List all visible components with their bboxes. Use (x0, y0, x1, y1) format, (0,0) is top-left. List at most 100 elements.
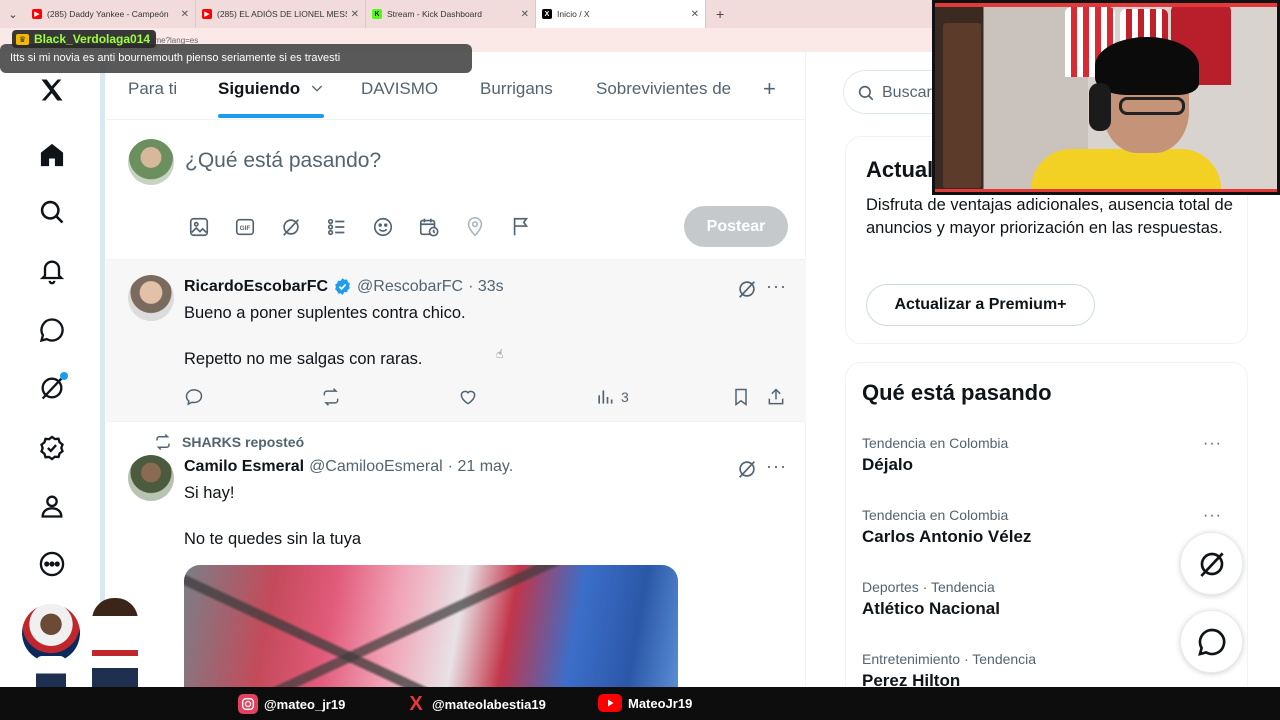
more-icon[interactable]: ··· (766, 456, 787, 477)
tab-sobrevivientes[interactable]: Sobrevivientes de (596, 79, 731, 99)
profile-icon[interactable] (36, 490, 68, 522)
social-handle: @mateo_jr19 (264, 696, 346, 712)
trend-meta: Tendencia en Colombia (862, 507, 1009, 523)
chat-username-badge: ♛ Black_Verdolaga014 (12, 30, 157, 48)
composer-input[interactable]: ¿Qué está pasando? (185, 149, 381, 173)
tweet-text: Si hay! (184, 484, 235, 502)
kick-icon: K (372, 9, 382, 19)
location-icon[interactable] (460, 212, 490, 242)
flag-icon[interactable] (506, 212, 536, 242)
bookmark-button[interactable] (731, 387, 751, 407)
browser-tab[interactable]: ▶ (285) Daddy Yankee - Campeón ✕ (26, 0, 196, 28)
new-tab-button[interactable]: + (716, 6, 724, 22)
tweet[interactable]: SHARKS reposteó Camilo Esmeral @CamilooE… (106, 422, 806, 695)
avatar[interactable] (128, 455, 174, 501)
grok-icon[interactable] (736, 278, 758, 300)
headset-icon (1089, 83, 1111, 131)
trend-item[interactable]: Deportes · Tendencia Atlético Nacional (862, 579, 1232, 619)
tab-siguiendo[interactable]: Siguiendo (218, 79, 325, 99)
close-icon[interactable]: ✕ (691, 9, 699, 20)
views-button[interactable]: 3 (595, 387, 629, 407)
reply-button[interactable] (184, 387, 204, 407)
post-button[interactable]: Postear (684, 206, 788, 247)
stream-chat-message: Itts si mi novia es anti bournemouth pie… (0, 44, 472, 73)
trend-name: Carlos Antonio Vélez (862, 527, 1032, 546)
author-name[interactable]: RicardoEscobarFC (184, 278, 328, 296)
trend-item[interactable]: Tendencia en Colombia Déjalo ··· (862, 435, 1232, 475)
like-button[interactable] (458, 387, 478, 407)
gif-icon[interactable]: GIF (230, 212, 260, 242)
emoji-icon[interactable] (368, 212, 398, 242)
search-icon (858, 85, 874, 101)
repost-by[interactable]: SHARKS reposteó (182, 434, 304, 450)
trend-item[interactable]: Tendencia en Colombia Carlos Antonio Vél… (862, 507, 1232, 547)
repost-icon (156, 433, 170, 451)
repost-icon (323, 388, 339, 406)
reply-icon (185, 389, 203, 406)
tweet-media-image[interactable] (184, 565, 678, 695)
trend-item[interactable]: Entretenimiento · Tendencia Perez Hilton (862, 651, 1232, 691)
views-chart-icon (598, 390, 613, 404)
grok-icon[interactable] (736, 458, 758, 480)
more-icon[interactable]: ··· (1203, 435, 1222, 453)
tweet-text: Bueno a poner suplentes contra chico. (184, 304, 466, 322)
search-icon[interactable] (36, 196, 68, 228)
tab-title: Inicio / X (557, 9, 590, 19)
crown-icon: ♛ (16, 33, 29, 45)
tweet-time[interactable]: · 33s (468, 278, 504, 296)
x-logo-icon[interactable] (36, 74, 68, 106)
avatar[interactable] (128, 139, 174, 185)
svg-text:GIF: GIF (240, 225, 251, 232)
tab-para-ti[interactable]: Para ti (128, 79, 177, 99)
more-options-icon[interactable] (36, 548, 68, 580)
share-button[interactable] (766, 387, 786, 407)
browser-tab[interactable]: ▶ (285) EL ADIÓS DE LIONEL MESSI ✕ (196, 0, 366, 28)
repost-button[interactable] (321, 387, 341, 407)
trend-meta: Tendencia en Colombia (862, 435, 1009, 451)
tab-list-chevron-icon[interactable]: ⌄ (0, 8, 26, 21)
browser-tab-active[interactable]: X Inicio / X ✕ (536, 0, 706, 28)
author-handle[interactable]: @RescobarFC (357, 278, 463, 296)
more-icon[interactable]: ··· (1203, 507, 1222, 525)
avatar[interactable] (128, 275, 174, 321)
tweet-time[interactable]: · 21 may. (448, 458, 514, 476)
webcam-frame-bottom (935, 189, 1277, 192)
tab-davismo[interactable]: DAVISMO (361, 79, 438, 99)
add-list-button[interactable]: + (763, 76, 776, 102)
messages-floating-button[interactable] (1180, 610, 1243, 673)
grok-icon[interactable] (36, 372, 68, 404)
grok-icon[interactable] (276, 212, 306, 242)
upgrade-premium-button[interactable]: Actualizar a Premium+ (866, 284, 1095, 326)
verified-orgs-icon[interactable] (36, 432, 68, 464)
tweet-header: Camilo Esmeral @CamilooEsmeral · 21 may. (184, 458, 513, 476)
trend-name: Atlético Nacional (862, 599, 1000, 618)
tweet-header: RicardoEscobarFC @RescobarFC · 33s (184, 277, 504, 296)
close-icon[interactable]: ✕ (351, 9, 359, 20)
tab-burrigans[interactable]: Burrigans (480, 79, 553, 99)
tweet[interactable]: RicardoEscobarFC @RescobarFC · 33s ··· B… (106, 260, 806, 422)
tweet-text: No te quedes sin la tuya (184, 530, 362, 548)
home-icon[interactable] (36, 139, 68, 171)
notifications-bell-icon[interactable] (36, 255, 68, 287)
trends-title: Qué está pasando (862, 380, 1052, 405)
author-name[interactable]: Camilo Esmeral (184, 458, 304, 476)
poll-icon[interactable] (322, 212, 352, 242)
more-icon[interactable]: ··· (766, 276, 787, 297)
player-portrait (22, 604, 80, 662)
messages-chat-icon[interactable] (36, 314, 68, 346)
close-icon[interactable]: ✕ (521, 9, 529, 20)
chevron-down-icon[interactable] (309, 80, 325, 96)
player-figure (92, 598, 138, 698)
author-handle[interactable]: @CamilooEsmeral (309, 458, 443, 476)
trend-name: Déjalo (862, 455, 914, 474)
browser-tab[interactable]: K Stream - Kick Dashboard ✕ (366, 0, 536, 28)
tab-title: (285) Daddy Yankee - Campeón (47, 9, 169, 19)
close-icon[interactable]: ✕ (181, 9, 189, 20)
schedule-icon[interactable] (414, 212, 444, 242)
grok-icon (1199, 551, 1224, 577)
webcam-shelf (943, 23, 981, 188)
image-icon[interactable] (184, 212, 214, 242)
stream-social-bar: @mateo_jr19 X @mateolabestia19 MateoJr19 (0, 687, 1280, 720)
glasses (1119, 97, 1185, 115)
grok-floating-button[interactable] (1180, 532, 1243, 595)
